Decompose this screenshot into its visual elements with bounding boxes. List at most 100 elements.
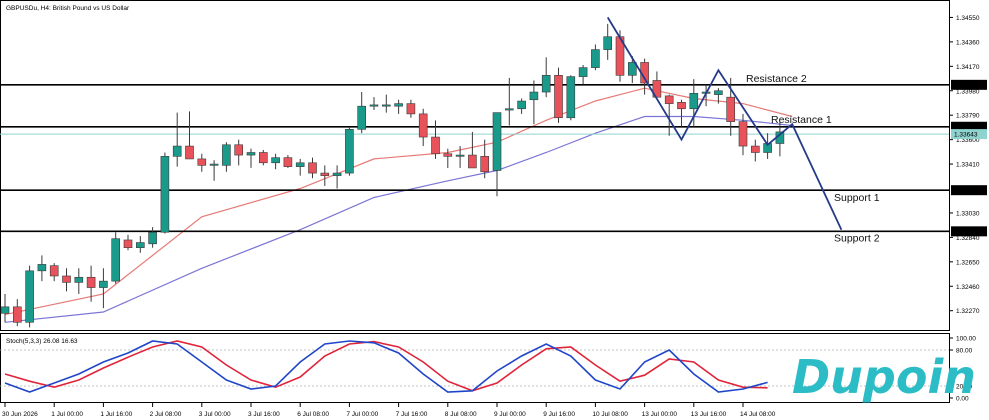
time-tick-label: 13 Jul 16:00 <box>691 411 727 418</box>
candle <box>345 126 354 176</box>
candle-body <box>49 265 59 277</box>
time-tick-label: 3 Jul 00:00 <box>199 411 231 418</box>
candle-body <box>13 306 22 323</box>
candle-body <box>160 156 170 233</box>
candle-body <box>554 75 563 119</box>
time-tick-label: 9 Jul 00:00 <box>494 411 526 418</box>
time-tick-label: 2 Jul 08:00 <box>150 411 182 418</box>
candle-body <box>271 157 280 164</box>
candle-body <box>504 108 514 111</box>
candle-body <box>591 49 600 68</box>
candle <box>160 152 170 234</box>
candle-body <box>455 154 465 157</box>
level-name-label: Support 1 <box>834 192 880 204</box>
price-tick-label: 1.34360 <box>956 39 980 46</box>
price-tick-label: 1.32650 <box>956 259 980 266</box>
time-axis: 30 Jun 2026 1 Jul 00:00 1 Jul 16:00 2 Jul 0… <box>2 403 776 418</box>
candle-body <box>209 163 219 166</box>
time-tick-label: 7 Jul 16:00 <box>396 411 428 418</box>
candle-body <box>468 154 477 169</box>
candle-body <box>99 280 108 288</box>
level-name-label: Support 2 <box>834 232 880 244</box>
time-tick-label: 6 Jul 08:00 <box>297 411 329 418</box>
candle <box>25 265 34 328</box>
candle-body <box>664 95 674 104</box>
time-tick-label: 10 Jul 08:00 <box>592 411 628 418</box>
level-price-label: 1.32887 <box>954 229 978 236</box>
candle-body <box>381 104 391 107</box>
time-tick-label: 1 Jul 16:00 <box>100 411 132 418</box>
candle <box>111 232 120 284</box>
candle-body <box>492 112 502 171</box>
candle-body <box>25 270 34 323</box>
candle-body <box>308 162 317 174</box>
time-tick-label: 8 Jul 08:00 <box>445 411 477 418</box>
candle-body <box>111 238 120 282</box>
candle-body <box>517 100 526 110</box>
price-tick-label: 1.33410 <box>956 162 980 169</box>
stochastic-title: Stoch(5,3,3) 26.08 16.63 <box>6 338 78 345</box>
candle-body <box>394 103 403 107</box>
candle-body <box>406 103 416 115</box>
candle-body <box>62 275 71 283</box>
candle-body <box>443 153 453 157</box>
price-tick-label: 1.32460 <box>956 284 980 291</box>
candle-body <box>148 231 157 245</box>
candle-body <box>603 36 613 50</box>
level-price-label: 1.33207 <box>954 188 978 195</box>
candle-body <box>234 144 243 156</box>
candle <box>566 75 576 121</box>
candle-body <box>714 90 723 95</box>
price-axis: 1.345501.343601.341701.339801.337901.336… <box>949 15 987 315</box>
logo-text: Dupoin <box>792 350 976 404</box>
candle-body <box>480 156 490 173</box>
candle-body <box>86 276 96 288</box>
candle-body <box>320 172 330 176</box>
candle-body <box>689 93 699 110</box>
candle-body <box>738 121 748 147</box>
candle <box>258 149 268 166</box>
level-name-label: Resistance 2 <box>746 73 807 85</box>
candle-body <box>197 158 207 166</box>
candle-body <box>136 242 145 248</box>
candle-body <box>418 113 428 138</box>
symbol-title: GBPUSDu, H4: British Pound vs US Dollar <box>6 5 130 12</box>
candle-body <box>566 76 576 119</box>
candle-body <box>172 145 182 157</box>
time-tick-label: 14 Jul 08:00 <box>740 411 776 418</box>
candle-body <box>578 67 588 77</box>
price-tick-label: 1.34550 <box>956 15 980 22</box>
time-tick-label: 9 Jul 16:00 <box>543 411 575 418</box>
candle-body <box>431 136 440 155</box>
time-tick-label: 1 Jul 00:00 <box>51 411 83 418</box>
candle-body <box>750 145 760 153</box>
candle-body <box>726 96 736 122</box>
candle <box>554 67 563 123</box>
level-price-label: 1.34026 <box>954 82 978 89</box>
candle-body <box>677 102 686 110</box>
time-tick-label: 30 Jun 2026 <box>2 411 38 418</box>
price-tick-label: 1.34170 <box>956 64 980 71</box>
time-tick-label: 7 Jul 00:00 <box>346 411 378 418</box>
candle-body <box>295 162 305 167</box>
candle-body <box>529 91 539 101</box>
price-tick-label: 1.33790 <box>956 113 980 120</box>
candle-body <box>37 264 47 272</box>
candle-body <box>123 239 133 248</box>
candle-body <box>357 105 367 130</box>
candle-body <box>0 306 10 314</box>
chart-canvas: GBPUSDu, H4: British Pound vs US Dollar … <box>0 0 987 418</box>
candle-body <box>222 144 231 166</box>
candle-body <box>541 75 551 93</box>
candle-body <box>246 152 256 156</box>
stoch-scale-label: 100.00 <box>956 336 976 343</box>
candle-body <box>332 172 342 176</box>
current-price-label: 1.33643 <box>954 132 978 139</box>
time-tick-label: 3 Jul 16:00 <box>248 411 280 418</box>
time-tick-label: 13 Jul 00:00 <box>642 411 678 418</box>
price-tick-label: 1.33030 <box>956 210 980 217</box>
candle-body <box>345 129 354 174</box>
dupoin-logo: Dupoin <box>792 350 976 404</box>
candle-body <box>258 152 268 164</box>
price-tick-label: 1.32270 <box>956 308 980 315</box>
